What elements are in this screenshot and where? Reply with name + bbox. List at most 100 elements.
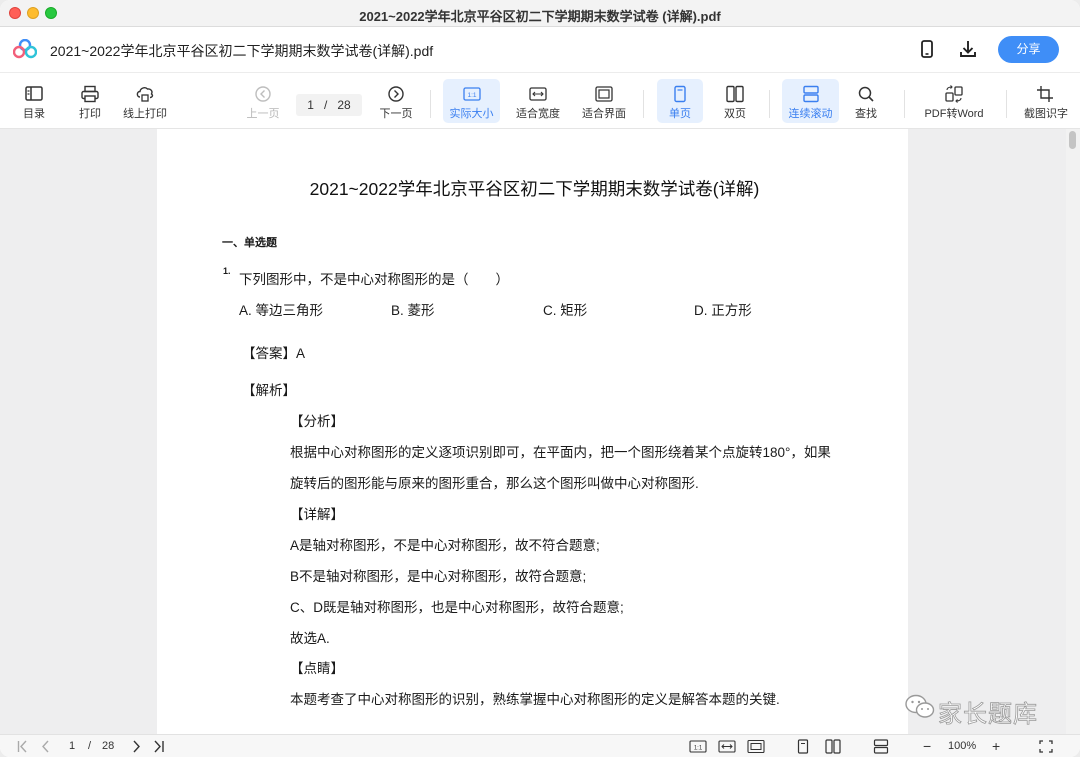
document-viewer[interactable]: 2021~2022学年北京平谷区初二下学期期末数学试卷(详解) 一、单选题 1.… xyxy=(0,129,1080,734)
option-c: C. 矩形 xyxy=(543,303,588,318)
toc-label: 目录 xyxy=(23,108,45,120)
double-page-small-icon[interactable] xyxy=(825,739,841,754)
fit-page-icon xyxy=(595,86,613,102)
pdf-to-word-button[interactable]: PDF转Word xyxy=(918,79,990,123)
document-title: 2021~2022学年北京平谷区初二下学期期末数学试卷(详解).pdf xyxy=(50,43,434,59)
single-page-label: 单页 xyxy=(669,108,691,120)
xiangjie-line-1: A是轴对称图形，不是中心对称图形，故不符合题意; xyxy=(290,538,600,553)
option-a: A. 等边三角形 xyxy=(239,303,324,318)
app-window: 2021~2022学年北京平谷区初二下学期期末数学试卷 (详解).pdf 202… xyxy=(0,0,1080,757)
zoom-level: 100% xyxy=(948,740,977,752)
toc-icon xyxy=(25,86,43,101)
svg-text:1:1: 1:1 xyxy=(467,92,476,99)
window-title: 2021~2022学年北京平谷区初二下学期期末数学试卷 (详解).pdf xyxy=(359,9,721,24)
double-page-icon xyxy=(726,85,744,103)
actual-size-small-icon[interactable]: 1:1 xyxy=(689,739,707,754)
bottom-page-separator: / xyxy=(88,740,92,752)
app-header: 2021~2022学年北京平谷区初二下学期期末数学试卷(详解).pdf 分享 xyxy=(0,27,1080,73)
fit-width-icon xyxy=(529,87,547,101)
next-page-button[interactable]: 下一页 xyxy=(376,79,416,123)
continuous-small-icon[interactable] xyxy=(873,739,889,754)
xiangjie-line-2: B不是轴对称图形，是中心对称图形，故符合题意; xyxy=(290,569,587,584)
app-logo-icon xyxy=(13,39,37,59)
page-current: 1 xyxy=(307,98,314,112)
single-page-button[interactable]: 单页 xyxy=(657,79,703,123)
continuous-scroll-label: 连续滚动 xyxy=(788,108,833,120)
scrollbar-thumb[interactable] xyxy=(1069,131,1076,149)
xiangjie-title: 【详解】 xyxy=(290,507,344,522)
prev-page-icon[interactable] xyxy=(40,739,52,754)
actual-size-button[interactable]: 1:1 实际大小 xyxy=(443,79,500,123)
question-text: 下列图形中，不是中心对称图形的是（ ） xyxy=(239,272,509,287)
fit-page-label: 适合界面 xyxy=(582,108,626,120)
svg-text:1:1: 1:1 xyxy=(694,746,703,752)
wechat-icon xyxy=(905,694,935,718)
scrollbar-track[interactable] xyxy=(1066,129,1080,734)
fit-width-small-icon[interactable] xyxy=(718,739,736,754)
section-title: 一、单选题 xyxy=(222,237,277,249)
pdf-to-word-label: PDF转Word xyxy=(924,108,984,120)
bottom-page-total: 28 xyxy=(102,740,115,752)
fenxi-line-1: 根据中心对称图形的定义逐项识别即可，在平面内，把一个图形绕着某个点旋转180°，… xyxy=(290,445,831,460)
bottom-page-current[interactable]: 1 xyxy=(69,739,75,754)
fenxi-line-2: 旋转后的图形能与原来的图形重合，那么这个图形叫做中心对称图形. xyxy=(290,476,699,491)
page-separator: / xyxy=(323,98,328,112)
analysis-title: 【解析】 xyxy=(242,383,296,398)
fit-page-button[interactable]: 适合界面 xyxy=(578,79,630,123)
fit-width-button[interactable]: 适合宽度 xyxy=(512,79,564,123)
search-label: 查找 xyxy=(855,108,877,120)
continuous-scroll-button[interactable]: 连续滚动 xyxy=(782,79,839,123)
convert-icon xyxy=(945,85,963,103)
chevron-right-circle-icon xyxy=(388,86,404,102)
fenxi-title: 【分析】 xyxy=(290,414,344,429)
next-page-icon[interactable] xyxy=(130,739,142,754)
print-label: 打印 xyxy=(79,108,101,120)
dianjing-line-1: 本题考查了中心对称图形的识别，熟练掌握中心对称图形的定义是解答本题的关键. xyxy=(290,692,780,707)
fullscreen-icon[interactable] xyxy=(1039,739,1053,754)
option-d: D. 正方形 xyxy=(694,303,752,318)
xiangjie-line-3: C、D既是轴对称图形，也是中心对称图形，故符合题意; xyxy=(290,600,624,615)
fit-width-label: 适合宽度 xyxy=(516,108,560,120)
printer-icon xyxy=(81,85,99,103)
chevron-left-circle-icon xyxy=(255,86,271,102)
title-bar: 2021~2022学年北京平谷区初二下学期期末数学试卷 (详解).pdf xyxy=(0,0,1080,27)
prev-page-label: 上一页 xyxy=(246,108,280,120)
actual-size-label: 实际大小 xyxy=(449,108,494,120)
fit-page-small-icon[interactable] xyxy=(747,739,765,754)
online-print-label: 线上打印 xyxy=(123,108,167,120)
actual-size-icon: 1:1 xyxy=(462,87,481,101)
download-icon[interactable] xyxy=(958,39,978,59)
search-icon xyxy=(858,86,874,102)
cloud-print-icon xyxy=(136,87,154,102)
crop-icon xyxy=(1037,86,1053,102)
document-heading: 2021~2022学年北京平谷区初二下学期期末数学试卷(详解) xyxy=(309,179,760,199)
double-page-label: 双页 xyxy=(724,108,746,120)
share-button[interactable]: 分享 xyxy=(998,36,1059,63)
watermark: 家长题库 xyxy=(904,692,1037,728)
answer-line: 【答案】A xyxy=(242,346,306,361)
page-number-box[interactable]: 1 / 28 xyxy=(296,94,362,116)
single-page-small-icon[interactable] xyxy=(796,739,810,754)
question-number: 1. xyxy=(223,266,231,276)
toc-button[interactable]: 目录 xyxy=(14,79,54,123)
first-page-icon[interactable] xyxy=(16,739,30,754)
phone-icon[interactable] xyxy=(917,39,937,59)
ocr-button[interactable]: 截图识字 xyxy=(1018,79,1074,123)
double-page-button[interactable]: 双页 xyxy=(714,79,756,123)
bottom-bar: 1 / 28 1:1 − 100% + xyxy=(0,734,1080,757)
pdf-page: 2021~2022学年北京平谷区初二下学期期末数学试卷(详解) 一、单选题 1.… xyxy=(157,129,908,734)
zoom-in-button[interactable]: + xyxy=(992,739,1000,754)
prev-page-button[interactable]: 上一页 xyxy=(243,79,283,123)
option-b: B. 菱形 xyxy=(391,303,435,318)
watermark-text: 家长题库 xyxy=(938,701,1038,729)
zoom-out-button[interactable]: − xyxy=(923,739,931,754)
print-button[interactable]: 打印 xyxy=(70,79,110,123)
last-page-icon[interactable] xyxy=(152,739,166,754)
ocr-label: 截图识字 xyxy=(1024,108,1068,120)
search-button[interactable]: 查找 xyxy=(846,79,886,123)
page-total: 28 xyxy=(337,98,351,112)
continuous-scroll-icon xyxy=(802,85,819,103)
xiangjie-line-4: 故选A. xyxy=(290,631,330,646)
single-page-icon xyxy=(674,85,686,103)
online-print-button[interactable]: 线上打印 xyxy=(118,79,172,123)
